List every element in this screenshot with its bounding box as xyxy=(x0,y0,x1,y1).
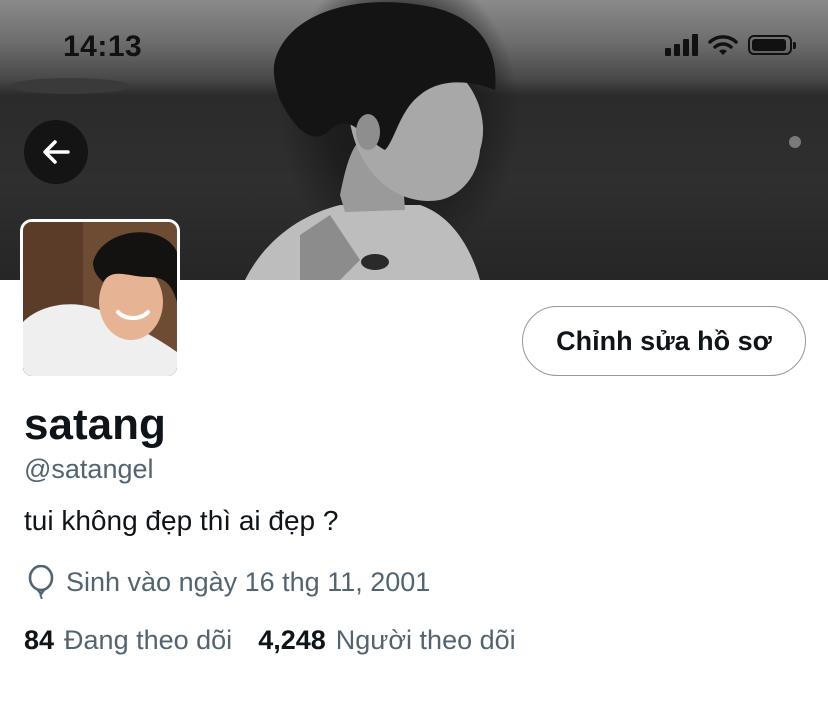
avatar-photo xyxy=(23,222,177,376)
status-time: 14:13 xyxy=(63,30,143,63)
battery-icon xyxy=(748,35,796,55)
followers-count: 4,248 xyxy=(258,625,326,655)
followers-label: Người theo dõi xyxy=(335,625,516,655)
display-name: satang xyxy=(24,400,166,449)
edit-profile-button[interactable]: Chỉnh sửa hồ sơ xyxy=(522,306,806,376)
balloon-icon xyxy=(28,565,54,599)
follow-stats: 84 Đang theo dõi 4,248 Người theo dõi xyxy=(24,625,516,656)
following-count: 84 xyxy=(24,625,55,655)
back-button[interactable] xyxy=(24,120,88,184)
status-icons xyxy=(665,34,796,56)
cellular-signal-icon xyxy=(665,34,698,56)
username-handle: @satangel xyxy=(24,454,154,484)
profile-bio: tui không đẹp thì ai đẹp ? xyxy=(24,505,339,536)
birth-date-row: Sinh vào ngày 16 thg 11, 2001 xyxy=(26,565,430,599)
followers-link[interactable]: 4,248 Người theo dõi xyxy=(258,625,515,656)
following-label: Đang theo dõi xyxy=(64,625,233,655)
profile-avatar[interactable] xyxy=(20,219,180,379)
birth-date-text: Sinh vào ngày 16 thg 11, 2001 xyxy=(66,566,431,597)
arrow-left-icon xyxy=(43,140,70,164)
wifi-icon xyxy=(708,35,738,55)
following-link[interactable]: 84 Đang theo dõi xyxy=(24,625,232,656)
